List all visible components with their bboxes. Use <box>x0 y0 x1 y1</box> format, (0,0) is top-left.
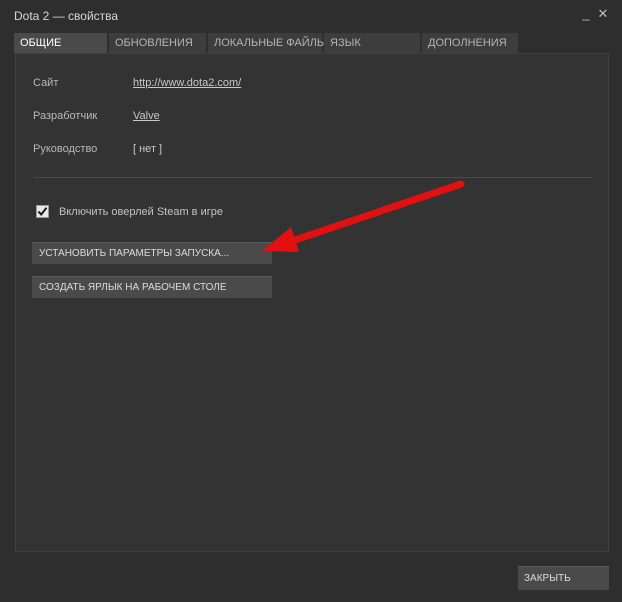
manual-value: [ нет ] <box>133 143 163 155</box>
tab-dlc[interactable]: ДОПОЛНЕНИЯ <box>422 33 518 53</box>
window-title: Dota 2 — свойства <box>14 9 119 23</box>
section-divider <box>33 177 592 178</box>
minimize-icon[interactable]: _ <box>578 6 594 22</box>
site-label: Сайт <box>33 77 59 89</box>
developer-label: Разработчик <box>33 110 98 122</box>
developer-link[interactable]: Valve <box>133 110 160 122</box>
site-link[interactable]: http://www.dota2.com/ <box>133 77 241 89</box>
close-icon[interactable]: ✕ <box>595 6 611 22</box>
general-panel: Сайт http://www.dota2.com/ Разработчик V… <box>15 53 609 552</box>
overlay-checkbox-label: Включить оверлей Steam в игре <box>59 206 223 218</box>
overlay-checkbox[interactable] <box>36 205 49 218</box>
tab-updates[interactable]: ОБНОВЛЕНИЯ <box>109 33 206 53</box>
tab-general[interactable]: ОБЩИЕ <box>14 33 107 53</box>
desktop-shortcut-button[interactable]: СОЗДАТЬ ЯРЛЫК НА РАБОЧЕМ СТОЛЕ <box>32 276 272 298</box>
properties-window: Dota 2 — свойства _ ✕ ОБЩИЕ ОБНОВЛЕНИЯ Л… <box>0 0 622 602</box>
launch-options-button[interactable]: УСТАНОВИТЬ ПАРАМЕТРЫ ЗАПУСКА... <box>32 242 272 264</box>
close-button[interactable]: ЗАКРЫТЬ <box>518 566 609 590</box>
checkmark-icon <box>37 207 48 217</box>
manual-label: Руководство <box>33 143 98 155</box>
tab-language[interactable]: ЯЗЫК <box>324 33 420 53</box>
title-bar[interactable]: Dota 2 — свойства _ ✕ <box>0 0 622 32</box>
tab-local-files[interactable]: ЛОКАЛЬНЫЕ ФАЙЛЫ <box>208 33 327 53</box>
